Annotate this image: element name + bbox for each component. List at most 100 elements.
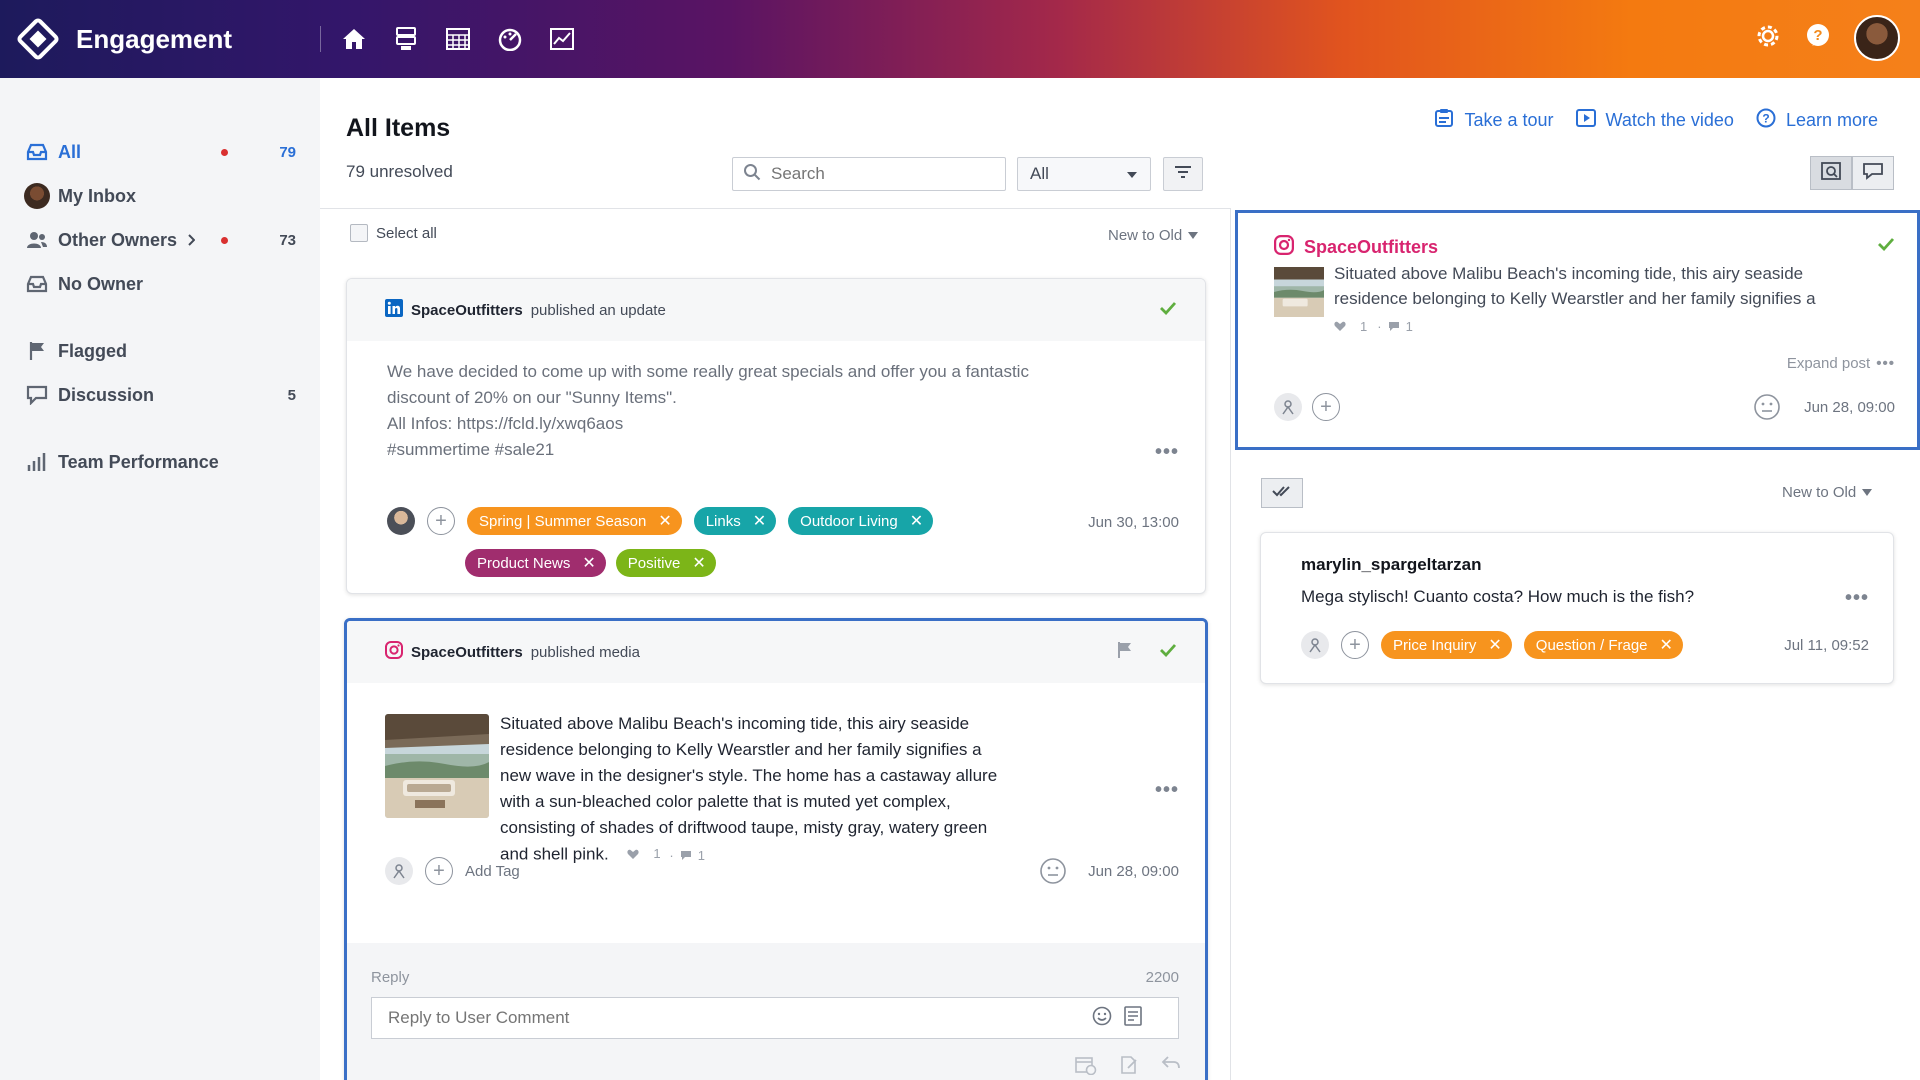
remove-tag-icon[interactable]: ✕ [692,553,705,573]
more-options-icon[interactable]: ••• [1155,779,1179,802]
resolve-check-icon[interactable] [1877,237,1895,256]
instagram-icon [385,641,403,663]
reply-input[interactable] [388,1008,1078,1028]
take-a-tour-link[interactable]: Take a tour [1434,108,1554,133]
tag[interactable]: Links ✕ [693,507,777,535]
account-name: SpaceOutfitters [1304,237,1439,257]
tag[interactable]: Price Inquiry ✕ [1381,631,1512,659]
publisher-icon[interactable] [387,20,425,58]
add-tag-plus-icon[interactable]: + [1341,631,1369,659]
remove-tag-icon[interactable]: ✕ [1488,635,1501,655]
comment-author[interactable]: marylin_spargeltarzan [1301,555,1481,575]
more-options-icon[interactable]: ••• [1155,441,1179,464]
sidebar-item-flagged[interactable]: Flagged [24,334,296,368]
view-toggle [1810,156,1894,190]
post-card-selected[interactable]: SpaceOutfitters published media Situated… [344,618,1208,1080]
settings-gear-icon[interactable] [1754,22,1782,55]
tag[interactable]: Outdoor Living ✕ [788,507,934,535]
remove-tag-icon[interactable]: ✕ [582,553,595,573]
conversation-view-button[interactable] [1852,156,1894,190]
selected-post-detail[interactable]: SpaceOutfitters Situated above Malibu Be… [1235,210,1920,450]
remove-tag-icon[interactable]: ✕ [910,511,923,531]
account-name[interactable]: SpaceOutfitters [411,302,523,319]
add-tag-plus-icon[interactable]: + [425,857,453,885]
user-avatar[interactable] [1854,15,1900,61]
watch-video-link[interactable]: Watch the video [1575,108,1734,133]
tag[interactable]: Question / Frage ✕ [1523,631,1683,659]
sentiment-neutral-icon[interactable] [1753,393,1781,426]
resolve-check-icon[interactable] [1159,643,1177,661]
expand-post-link[interactable]: Expand post ••• [1787,355,1895,372]
post-stats: 1 · 1 [1334,314,1874,339]
comment-icon [1388,322,1399,331]
remove-tag-icon[interactable]: ✕ [658,511,671,531]
learn-more-link[interactable]: ? Learn more [1756,108,1878,133]
app-logo-icon[interactable] [16,17,60,61]
main-content: All Items 79 unresolved All Take a tour … [320,78,1920,1080]
tag[interactable]: Positive ✕ [615,549,716,577]
dashboard-icon[interactable] [491,20,529,58]
post-image[interactable] [385,714,489,818]
select-all[interactable]: Select all [350,224,437,242]
clipboard-icon [1434,108,1454,133]
calendar-icon[interactable] [439,20,477,58]
account-name[interactable]: SpaceOutfitters [411,644,523,661]
reply-box[interactable] [371,997,1179,1039]
flag-icon[interactable] [1117,641,1133,663]
schedule-reply-icon[interactable] [1075,1055,1097,1080]
filter-button[interactable] [1163,157,1203,191]
add-tag-plus-icon[interactable]: + [1312,393,1340,421]
sidebar-item-discussion[interactable]: Discussion 5 [24,378,296,412]
analytics-icon[interactable] [543,20,581,58]
heart-icon [1334,321,1346,331]
add-tag-plus-icon[interactable]: + [427,507,455,535]
inbox-icon [24,271,50,297]
edit-note-icon[interactable] [1119,1055,1139,1080]
sidebar-item-my-inbox[interactable]: My Inbox [24,179,296,213]
help-icon[interactable]: ? [1804,22,1832,55]
tag[interactable]: Product News ✕ [465,549,606,577]
comment-text: Mega stylisch! Cuanto costa? How much is… [1301,587,1695,606]
sort-dropdown[interactable]: New to Old [1108,227,1199,244]
template-icon[interactable] [1124,1005,1142,1031]
sidebar-item-no-owner[interactable]: No Owner [24,267,296,301]
sidebar-item-count: 79 [279,143,296,161]
bar-chart-icon [24,449,50,475]
sidebar-item-all[interactable]: All 79 [24,135,296,169]
home-icon[interactable] [335,20,373,58]
heart-icon [627,849,640,859]
post-card-header: SpaceOutfitters published media [347,621,1205,683]
assignee-avatar[interactable] [385,857,413,885]
search-input[interactable] [771,164,991,184]
top-right-controls: ? [1754,15,1900,61]
comment-sort-dropdown[interactable]: New to Old [1782,484,1873,501]
like-count: 1 [653,846,661,861]
assignee-avatar[interactable] [387,507,415,535]
post-thumbnail[interactable] [1274,267,1324,317]
sentiment-neutral-icon[interactable] [1039,857,1067,890]
search-box[interactable] [732,157,1006,191]
detail-view-button[interactable] [1810,156,1852,190]
type-filter-select[interactable]: All [1017,157,1151,191]
comment-card[interactable]: marylin_spargeltarzan Mega stylisch! Cua… [1260,532,1894,684]
select-all-checkbox[interactable] [350,224,368,242]
detail-account[interactable]: SpaceOutfitters [1274,235,1438,260]
post-body: Situated above Malibu Beach's incoming t… [1334,264,1816,308]
resolve-all-button[interactable] [1261,478,1303,508]
more-options-icon[interactable]: ••• [1845,587,1869,610]
post-card[interactable]: SpaceOutfitters published an update We h… [346,278,1206,594]
send-reply-icon[interactable] [1161,1055,1181,1080]
post-action: published an update [530,301,666,319]
resolve-check-icon[interactable] [1159,301,1177,319]
emoji-icon[interactable] [1092,1006,1112,1031]
sidebar-item-other-owners[interactable]: Other Owners 73 [24,223,296,257]
assignee-avatar[interactable] [1301,631,1329,659]
add-tag-link[interactable]: Add Tag [465,863,520,880]
unread-dot [221,236,228,244]
tag-label: Outdoor Living [800,512,898,530]
remove-tag-icon[interactable]: ✕ [1660,635,1673,655]
assignee-avatar[interactable] [1274,393,1302,421]
tag[interactable]: Spring | Summer Season ✕ [467,507,682,535]
remove-tag-icon[interactable]: ✕ [753,511,766,531]
sidebar-item-team-performance[interactable]: Team Performance [24,445,296,479]
